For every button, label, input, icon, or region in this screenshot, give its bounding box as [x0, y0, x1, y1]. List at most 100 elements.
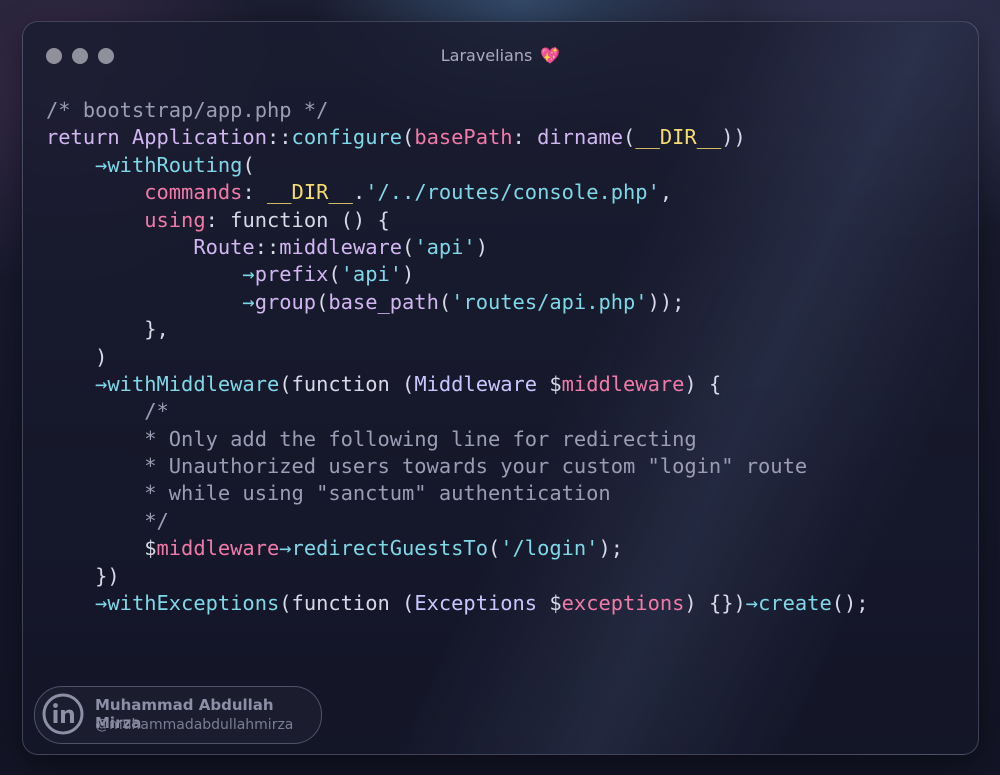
code-token: $	[537, 591, 562, 616]
code-token: $	[46, 536, 157, 561]
code-token: →	[242, 262, 255, 287]
code-line: },	[46, 316, 869, 343]
code-token: : function () {	[205, 207, 390, 232]
code-token: middleware	[279, 234, 403, 259]
window-title: Laravelians 💖	[23, 46, 978, 65]
code-line: )	[46, 344, 869, 371]
code-line: →withExceptions(function (Exceptions $ex…	[46, 590, 869, 617]
code-token: * Only add the following line for redire…	[46, 426, 697, 451]
code-token: ();	[831, 591, 869, 616]
code-line: $middleware→redirectGuestsTo('/login');	[46, 535, 869, 562]
code-line: * Unauthorized users towards your custom…	[46, 453, 869, 480]
code-token: Application	[131, 125, 267, 150]
code-token: dirname	[537, 125, 624, 150]
code-token: ::	[254, 234, 280, 259]
linkedin-icon	[42, 693, 84, 735]
code-line: */	[46, 508, 869, 535]
code-token: →	[279, 536, 292, 561]
code-token: redirectGuestsTo	[291, 536, 488, 561]
code-line: →withRouting(	[46, 152, 869, 179]
code-token: withRouting	[107, 152, 243, 177]
code-token: Middleware	[414, 371, 538, 396]
code-token: withMiddleware	[107, 371, 280, 396]
code-token: ,	[659, 180, 673, 205]
code-token: .	[352, 180, 366, 205]
code-token: prefix	[254, 262, 329, 287]
code-token: __DIR__	[267, 180, 353, 205]
code-token: 'routes/api.php'	[451, 289, 648, 314]
code-token: base_path	[328, 289, 439, 314]
code-token: (	[316, 289, 329, 314]
code-token: Exceptions	[414, 591, 538, 616]
code-token: →	[95, 591, 108, 616]
code-token: →	[242, 289, 255, 314]
code-token: (	[402, 234, 415, 259]
code-line: * while using "sanctum" authentication	[46, 480, 869, 507]
code-token: :	[242, 180, 267, 205]
code-token: (	[623, 125, 636, 150]
code-token: */	[46, 508, 169, 533]
code-line: using: function () {	[46, 207, 869, 234]
code-line: →withMiddleware(function (Middleware $mi…	[46, 371, 869, 398]
code-token: /*	[46, 399, 169, 424]
code-token: (	[328, 262, 341, 287]
code-token: (	[487, 536, 501, 561]
code-token: exceptions	[561, 591, 685, 616]
code-token: ))	[721, 125, 746, 150]
code-line: })	[46, 563, 869, 590]
code-token: →	[95, 152, 108, 177]
code-token: )	[402, 262, 415, 287]
code-token: ) {})	[684, 591, 746, 616]
code-token: create	[758, 591, 832, 616]
code-token: :	[512, 125, 538, 150]
code-token: →	[95, 371, 108, 396]
code-token: /* bootstrap/app.php */	[46, 98, 329, 122]
code-token: return	[46, 125, 132, 150]
code-token: '/login'	[500, 536, 599, 561]
code-token: * Unauthorized users towards your custom…	[46, 454, 808, 479]
code-token: configure	[291, 125, 403, 150]
code-token: '/../routes/console.php'	[365, 180, 660, 205]
code-token: },	[46, 317, 169, 342]
code-token: Route	[193, 234, 255, 259]
code-token: 'api'	[414, 234, 476, 259]
code-token: __DIR__	[635, 125, 722, 150]
code-line: commands: __DIR__.'/../routes/console.ph…	[46, 179, 869, 206]
code-token: basePath	[414, 125, 513, 150]
code-token: (function (	[279, 591, 415, 616]
code-block: /* bootstrap/app.php */ return Applicatio…	[46, 97, 869, 617]
author-badge[interactable]: Muhammad Abdullah Mirza @muhammadabdulla…	[34, 686, 322, 744]
code-token: ));	[647, 289, 685, 314]
code-token: )	[46, 344, 108, 369]
window-title-text: Laravelians	[440, 46, 533, 65]
code-token: )	[475, 234, 488, 259]
code-token: 'api'	[340, 262, 403, 287]
code-token: middleware	[156, 536, 280, 561]
code-token: ) {	[684, 371, 722, 396]
code-token: (	[438, 289, 452, 314]
code-token: group	[254, 289, 317, 314]
code-token: (function (	[279, 371, 415, 396]
code-line: Route::middleware('api')	[46, 234, 869, 261]
code-token: using	[144, 207, 206, 232]
code-line: →prefix('api')	[46, 261, 869, 288]
code-line: /* bootstrap/app.php */	[46, 97, 869, 124]
heart-icon: 💖	[540, 46, 561, 65]
code-line: * Only add the following line for redire…	[46, 426, 869, 453]
code-line: return Application::configure(basePath: …	[46, 124, 869, 151]
code-token: →	[745, 591, 759, 616]
code-token: );	[598, 536, 624, 561]
code-token: ::	[266, 125, 292, 150]
code-token: })	[46, 563, 120, 588]
code-line: →group(base_path('routes/api.php'));	[46, 289, 869, 316]
code-token: commands	[144, 180, 243, 205]
code-token: (	[242, 152, 255, 177]
author-handle: @muhammadabdullahmirza	[95, 717, 294, 733]
